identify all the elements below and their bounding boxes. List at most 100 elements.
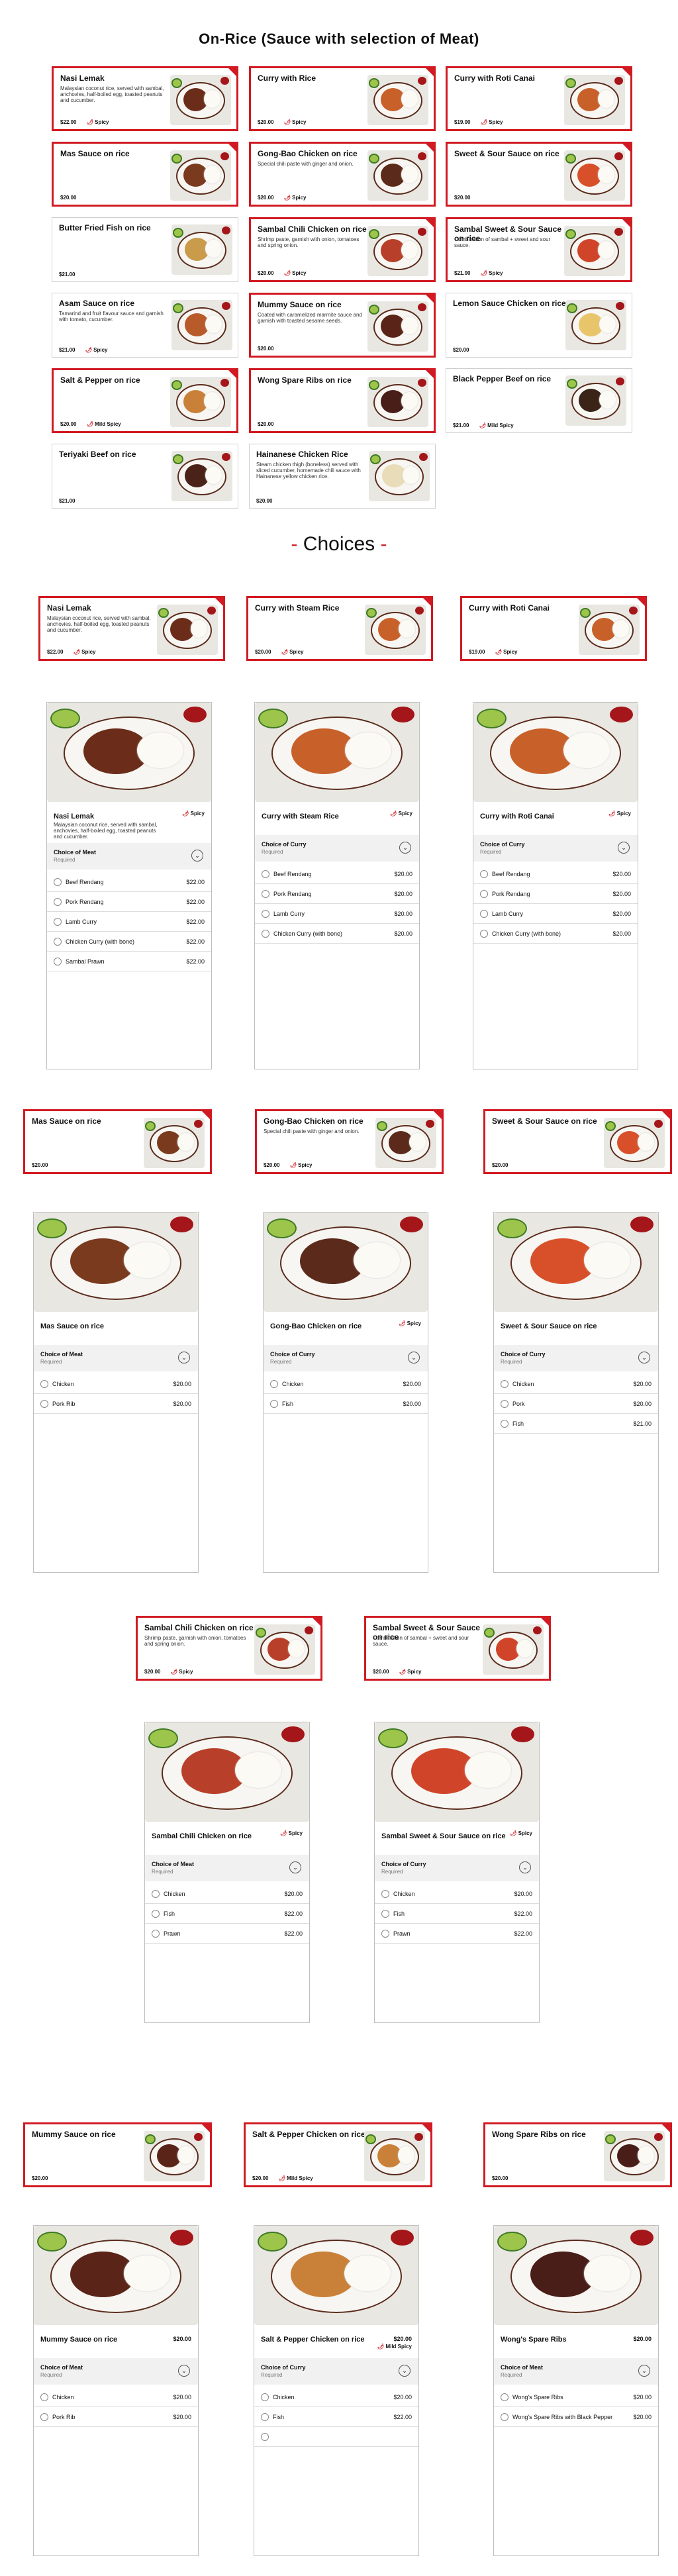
radio-button[interactable] <box>262 870 269 878</box>
menu-card[interactable]: Hainanese Chicken Rice Steam chicken thig… <box>249 444 436 509</box>
radio-button[interactable] <box>501 1380 508 1388</box>
menu-card[interactable]: Gong-Bao Chicken on rice Special chili pa… <box>255 1109 444 1174</box>
choice-header[interactable]: Choice of Meat Required ⌄ <box>34 1345 198 1371</box>
option-row[interactable]: Pork Rendang $22.00 <box>47 892 211 912</box>
option-row[interactable]: Prawn $22.00 <box>375 1924 539 1944</box>
option-row[interactable]: Wong's Spare Ribs with Black Pepper $20.0… <box>494 2407 658 2427</box>
radio-button[interactable] <box>262 910 269 918</box>
radio-button[interactable] <box>40 1400 48 1408</box>
menu-card[interactable]: Sambal Chili Chicken on rice Shrimp paste… <box>249 217 436 282</box>
radio-button[interactable] <box>501 1420 508 1428</box>
option-row[interactable]: Beef Rendang $22.00 <box>47 872 211 892</box>
radio-button[interactable] <box>381 1910 389 1918</box>
option-row[interactable] <box>254 2427 418 2447</box>
menu-card[interactable]: Curry with Roti Canai $19.00 🌶 Spicy <box>446 66 632 131</box>
menu-card[interactable]: Salt & Pepper on rice $20.00 🌶 Mild Spicy <box>52 368 238 433</box>
radio-button[interactable] <box>262 930 269 938</box>
menu-card[interactable]: Salt & Pepper Chicken on rice $20.00 🌶 Mild… <box>244 2122 432 2187</box>
radio-button[interactable] <box>40 2393 48 2401</box>
option-row[interactable]: Pork Rib $20.00 <box>34 2407 198 2427</box>
menu-card[interactable]: Sambal Sweet & Sour Sauce on rice Combina… <box>364 1616 551 1681</box>
radio-button[interactable] <box>152 1930 160 1938</box>
radio-button[interactable] <box>501 2393 508 2401</box>
menu-card[interactable]: Sweet & Sour Sauce on rice$20.00🌶 <box>446 142 632 207</box>
radio-button[interactable] <box>480 870 488 878</box>
radio-button[interactable] <box>381 1890 389 1898</box>
radio-button[interactable] <box>54 878 62 886</box>
menu-card[interactable]: Mas Sauce on rice$20.00🌶 <box>52 142 238 207</box>
radio-button[interactable] <box>261 2393 269 2401</box>
menu-card[interactable]: Curry with Roti Canai $19.00 🌶 Spicy <box>460 596 647 661</box>
chevron-down-icon[interactable]: ⌄ <box>638 1352 650 1363</box>
option-row[interactable]: Pork Rib $20.00 <box>34 1394 198 1414</box>
radio-button[interactable] <box>261 2413 269 2421</box>
menu-card[interactable]: Sweet & Sour Sauce on rice$20.00🌶 <box>483 1109 672 1174</box>
radio-button[interactable] <box>54 898 62 906</box>
radio-button[interactable] <box>54 918 62 926</box>
radio-button[interactable] <box>270 1380 278 1388</box>
menu-card[interactable]: Teriyaki Beef on rice$21.00🌶 <box>52 444 238 509</box>
option-row[interactable]: Fish $22.00 <box>145 1904 309 1924</box>
option-row[interactable]: Beef Rendang $20.00 <box>255 864 419 884</box>
chevron-down-icon[interactable]: ⌄ <box>618 842 630 854</box>
option-row[interactable]: Chicken $20.00 <box>494 1374 658 1394</box>
chevron-down-icon[interactable]: ⌄ <box>178 1352 190 1363</box>
radio-button[interactable] <box>262 890 269 898</box>
option-row[interactable]: Chicken Curry (with bone) $20.00 <box>473 924 638 944</box>
choice-header[interactable]: Choice of Curry Required ⌄ <box>264 1345 428 1371</box>
menu-card[interactable]: Black Pepper Beef on rice $21.00 🌶 Mild Spi… <box>446 368 632 433</box>
option-row[interactable]: Pork Rendang $20.00 <box>255 884 419 904</box>
radio-button[interactable] <box>152 1890 160 1898</box>
option-row[interactable]: Beef Rendang $20.00 <box>473 864 638 884</box>
option-row[interactable]: Pork $20.00 <box>494 1394 658 1414</box>
option-row[interactable]: Pork Rendang $20.00 <box>473 884 638 904</box>
menu-card[interactable]: Nasi Lemak Malaysian coconut rice, served… <box>52 66 238 131</box>
radio-button[interactable] <box>381 1930 389 1938</box>
radio-button[interactable] <box>152 1910 160 1918</box>
menu-card[interactable]: Curry with Rice $20.00 🌶 Spicy <box>249 66 436 131</box>
menu-card[interactable]: Lemon Sauce Chicken on rice$20.00🌶 <box>446 293 632 358</box>
radio-button[interactable] <box>54 938 62 946</box>
chevron-down-icon[interactable]: ⌄ <box>178 2365 190 2377</box>
radio-button[interactable] <box>480 910 488 918</box>
choice-header[interactable]: Choice of Meat Required ⌄ <box>34 2358 198 2385</box>
menu-card[interactable]: Mas Sauce on rice$20.00🌶 <box>23 1109 212 1174</box>
radio-button[interactable] <box>54 958 62 966</box>
menu-card[interactable]: Curry with Steam Rice $20.00 🌶 Spicy <box>246 596 433 661</box>
menu-card[interactable]: Wong Spare Ribs on rice$20.00🌶 <box>483 2122 672 2187</box>
option-row[interactable]: Chicken $20.00 <box>34 1374 198 1394</box>
chevron-down-icon[interactable]: ⌄ <box>399 842 411 854</box>
option-row[interactable]: Lamb Curry $22.00 <box>47 912 211 932</box>
option-row[interactable]: Chicken $20.00 <box>375 1884 539 1904</box>
radio-button[interactable] <box>501 1400 508 1408</box>
radio-button[interactable] <box>40 1380 48 1388</box>
menu-card[interactable]: Wong Spare Ribs on rice$20.00🌶 <box>249 368 436 433</box>
chevron-down-icon[interactable]: ⌄ <box>638 2365 650 2377</box>
option-row[interactable]: Fish $21.00 <box>494 1414 658 1434</box>
chevron-down-icon[interactable]: ⌄ <box>191 850 203 862</box>
chevron-down-icon[interactable]: ⌄ <box>289 1861 301 1873</box>
choice-header[interactable]: Choice of Meat Required ⌄ <box>145 1855 309 1881</box>
option-row[interactable]: Lamb Curry $20.00 <box>473 904 638 924</box>
option-row[interactable]: Fish $22.00 <box>254 2407 418 2427</box>
menu-card[interactable]: Sambal Sweet & Sour Sauce on rice Combina… <box>446 217 632 282</box>
choice-header[interactable]: Choice of Meat Required ⌄ <box>47 843 211 869</box>
choice-header[interactable]: Choice of Curry Required ⌄ <box>494 1345 658 1371</box>
radio-button[interactable] <box>480 930 488 938</box>
option-row[interactable]: Lamb Curry $20.00 <box>255 904 419 924</box>
radio-button[interactable] <box>270 1400 278 1408</box>
option-row[interactable]: Chicken $20.00 <box>34 2387 198 2407</box>
option-row[interactable]: Chicken $20.00 <box>145 1884 309 1904</box>
menu-card[interactable]: Mummy Sauce on rice Coated with carameliz… <box>249 293 436 358</box>
option-row[interactable]: Chicken $20.00 <box>264 1374 428 1394</box>
choice-header[interactable]: Choice of Meat Required ⌄ <box>494 2358 658 2385</box>
radio-button[interactable] <box>261 2433 269 2441</box>
menu-card[interactable]: Sambal Chili Chicken on rice Shrimp paste… <box>136 1616 322 1681</box>
option-row[interactable]: Chicken Curry (with bone) $20.00 <box>255 924 419 944</box>
option-row[interactable]: Sambal Prawn $22.00 <box>47 952 211 971</box>
menu-card[interactable]: Nasi Lemak Malaysian coconut rice, served… <box>38 596 225 661</box>
option-row[interactable]: Wong's Spare Ribs $20.00 <box>494 2387 658 2407</box>
choice-header[interactable]: Choice of Curry Required ⌄ <box>473 835 638 862</box>
choice-header[interactable]: Choice of Curry Required ⌄ <box>375 1855 539 1881</box>
radio-button[interactable] <box>40 2413 48 2421</box>
